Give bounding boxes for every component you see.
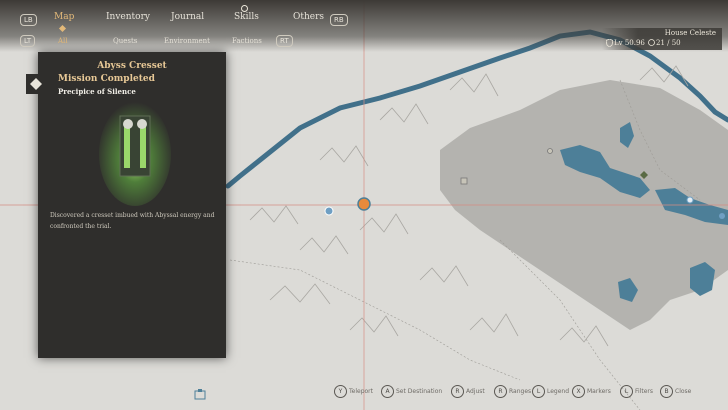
notification-dot xyxy=(241,5,248,12)
tab-journal[interactable]: Journal xyxy=(171,12,204,22)
hint-ranges[interactable]: R Ranges xyxy=(494,385,531,398)
rb-button[interactable]: RB xyxy=(330,14,348,26)
hint-set-destination[interactable]: A Set Destination xyxy=(381,385,442,398)
panel-title: Abyss Cresset xyxy=(97,61,167,71)
player-status: House Celeste Lv 50.96 21 / 50 xyxy=(602,28,722,50)
hint-adjust[interactable]: R Adjust xyxy=(451,385,485,398)
coin-icon xyxy=(648,39,655,46)
hint-filters[interactable]: L Filters xyxy=(620,385,653,398)
subtab-all[interactable]: All xyxy=(58,37,68,45)
hint-close[interactable]: B Close xyxy=(660,385,691,398)
poi-icon[interactable] xyxy=(546,147,554,155)
scroll-icon xyxy=(26,74,46,94)
fast-travel-icon[interactable] xyxy=(194,388,206,400)
lt-button[interactable]: LT xyxy=(20,35,36,47)
shield-icon xyxy=(606,39,613,47)
current-location: House Celeste xyxy=(664,29,716,37)
hint-legend[interactable]: L Legend xyxy=(532,385,569,398)
tab-skills[interactable]: Skills xyxy=(234,12,259,22)
waypoint-icon[interactable] xyxy=(324,206,334,216)
lb-button[interactable]: LB xyxy=(20,14,37,26)
poi-icon[interactable] xyxy=(686,196,694,204)
tab-others[interactable]: Others xyxy=(293,12,324,22)
mission-status: Mission Completed xyxy=(58,74,155,84)
tab-map[interactable]: Map xyxy=(54,12,74,22)
player-marker[interactable] xyxy=(356,196,372,212)
tab-inventory[interactable]: Inventory xyxy=(106,12,150,22)
rt-button[interactable]: RT xyxy=(276,35,293,47)
subtab-environment[interactable]: Environment xyxy=(164,37,210,45)
player-points: 21 / 50 xyxy=(656,39,681,47)
cresset-illustration xyxy=(99,102,171,206)
subtab-quests[interactable]: Quests xyxy=(113,37,137,45)
hint-teleport[interactable]: Y Teleport xyxy=(334,385,373,398)
poi-icon[interactable] xyxy=(460,177,468,185)
location-info-panel: Abyss Cresset Mission Completed Precipic… xyxy=(38,52,226,358)
active-tab-indicator xyxy=(58,24,67,33)
player-level: Lv 50.96 xyxy=(614,39,645,47)
panel-description: Discovered a cresset imbued with Abyssal… xyxy=(50,212,215,230)
poi-icon[interactable] xyxy=(640,171,648,179)
poi-icon[interactable] xyxy=(718,212,726,220)
subtab-factions[interactable]: Factions xyxy=(232,37,262,45)
hint-markers[interactable]: X Markers xyxy=(572,385,611,398)
